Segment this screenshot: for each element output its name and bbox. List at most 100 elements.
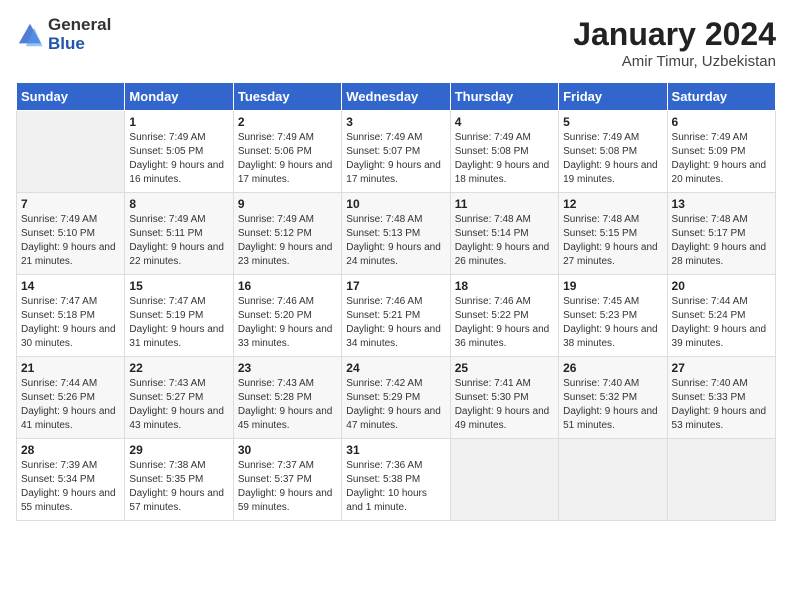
col-header-friday: Friday xyxy=(559,83,667,111)
day-number: 9 xyxy=(238,197,337,211)
day-info: Sunrise: 7:40 AMSunset: 5:33 PMDaylight:… xyxy=(672,378,767,431)
day-info: Sunrise: 7:49 AMSunset: 5:06 PMDaylight:… xyxy=(238,132,333,185)
day-cell: 18 Sunrise: 7:46 AMSunset: 5:22 PMDaylig… xyxy=(450,275,558,357)
header: General Blue January 2024 Amir Timur, Uz… xyxy=(16,16,776,70)
day-info: Sunrise: 7:41 AMSunset: 5:30 PMDaylight:… xyxy=(455,378,550,431)
week-row-4: 21 Sunrise: 7:44 AMSunset: 5:26 PMDaylig… xyxy=(17,357,776,439)
day-number: 23 xyxy=(238,361,337,375)
day-cell: 3 Sunrise: 7:49 AMSunset: 5:07 PMDayligh… xyxy=(342,111,450,193)
day-cell: 21 Sunrise: 7:44 AMSunset: 5:26 PMDaylig… xyxy=(17,357,125,439)
day-number: 25 xyxy=(455,361,554,375)
day-info: Sunrise: 7:49 AMSunset: 5:07 PMDaylight:… xyxy=(346,132,441,185)
day-cell: 20 Sunrise: 7:44 AMSunset: 5:24 PMDaylig… xyxy=(667,275,775,357)
day-number: 20 xyxy=(672,279,771,293)
day-cell: 19 Sunrise: 7:45 AMSunset: 5:23 PMDaylig… xyxy=(559,275,667,357)
logo-icon xyxy=(16,21,44,49)
day-cell: 6 Sunrise: 7:49 AMSunset: 5:09 PMDayligh… xyxy=(667,111,775,193)
col-header-tuesday: Tuesday xyxy=(233,83,341,111)
day-number: 13 xyxy=(672,197,771,211)
day-info: Sunrise: 7:43 AMSunset: 5:27 PMDaylight:… xyxy=(129,378,224,431)
day-cell: 11 Sunrise: 7:48 AMSunset: 5:14 PMDaylig… xyxy=(450,193,558,275)
day-info: Sunrise: 7:45 AMSunset: 5:23 PMDaylight:… xyxy=(563,296,658,349)
day-info: Sunrise: 7:49 AMSunset: 5:11 PMDaylight:… xyxy=(129,214,224,267)
day-number: 21 xyxy=(21,361,120,375)
day-number: 1 xyxy=(129,115,228,129)
day-info: Sunrise: 7:46 AMSunset: 5:20 PMDaylight:… xyxy=(238,296,333,349)
day-cell: 15 Sunrise: 7:47 AMSunset: 5:19 PMDaylig… xyxy=(125,275,233,357)
day-info: Sunrise: 7:47 AMSunset: 5:18 PMDaylight:… xyxy=(21,296,116,349)
day-number: 12 xyxy=(563,197,662,211)
day-cell: 31 Sunrise: 7:36 AMSunset: 5:38 PMDaylig… xyxy=(342,439,450,521)
week-row-3: 14 Sunrise: 7:47 AMSunset: 5:18 PMDaylig… xyxy=(17,275,776,357)
calendar-table: SundayMondayTuesdayWednesdayThursdayFrid… xyxy=(16,82,776,521)
day-number: 26 xyxy=(563,361,662,375)
day-info: Sunrise: 7:48 AMSunset: 5:15 PMDaylight:… xyxy=(563,214,658,267)
day-cell: 10 Sunrise: 7:48 AMSunset: 5:13 PMDaylig… xyxy=(342,193,450,275)
day-info: Sunrise: 7:43 AMSunset: 5:28 PMDaylight:… xyxy=(238,378,333,431)
col-header-sunday: Sunday xyxy=(17,83,125,111)
day-info: Sunrise: 7:48 AMSunset: 5:13 PMDaylight:… xyxy=(346,214,441,267)
day-cell: 26 Sunrise: 7:40 AMSunset: 5:32 PMDaylig… xyxy=(559,357,667,439)
day-info: Sunrise: 7:44 AMSunset: 5:24 PMDaylight:… xyxy=(672,296,767,349)
day-info: Sunrise: 7:39 AMSunset: 5:34 PMDaylight:… xyxy=(21,460,116,513)
day-number: 18 xyxy=(455,279,554,293)
week-row-1: 1 Sunrise: 7:49 AMSunset: 5:05 PMDayligh… xyxy=(17,111,776,193)
day-cell: 12 Sunrise: 7:48 AMSunset: 5:15 PMDaylig… xyxy=(559,193,667,275)
day-number: 10 xyxy=(346,197,445,211)
day-info: Sunrise: 7:49 AMSunset: 5:10 PMDaylight:… xyxy=(21,214,116,267)
day-info: Sunrise: 7:49 AMSunset: 5:05 PMDaylight:… xyxy=(129,132,224,185)
title-area: January 2024 Amir Timur, Uzbekistan xyxy=(573,16,776,70)
day-cell xyxy=(667,439,775,521)
day-cell: 8 Sunrise: 7:49 AMSunset: 5:11 PMDayligh… xyxy=(125,193,233,275)
day-number: 19 xyxy=(563,279,662,293)
day-info: Sunrise: 7:44 AMSunset: 5:26 PMDaylight:… xyxy=(21,378,116,431)
day-cell xyxy=(17,111,125,193)
day-cell: 2 Sunrise: 7:49 AMSunset: 5:06 PMDayligh… xyxy=(233,111,341,193)
day-info: Sunrise: 7:38 AMSunset: 5:35 PMDaylight:… xyxy=(129,460,224,513)
day-cell xyxy=(450,439,558,521)
day-number: 30 xyxy=(238,443,337,457)
day-cell: 24 Sunrise: 7:42 AMSunset: 5:29 PMDaylig… xyxy=(342,357,450,439)
day-info: Sunrise: 7:49 AMSunset: 5:09 PMDaylight:… xyxy=(672,132,767,185)
day-info: Sunrise: 7:49 AMSunset: 5:12 PMDaylight:… xyxy=(238,214,333,267)
day-number: 4 xyxy=(455,115,554,129)
day-info: Sunrise: 7:37 AMSunset: 5:37 PMDaylight:… xyxy=(238,460,333,513)
day-number: 2 xyxy=(238,115,337,129)
day-cell: 14 Sunrise: 7:47 AMSunset: 5:18 PMDaylig… xyxy=(17,275,125,357)
day-cell: 29 Sunrise: 7:38 AMSunset: 5:35 PMDaylig… xyxy=(125,439,233,521)
day-number: 15 xyxy=(129,279,228,293)
day-number: 5 xyxy=(563,115,662,129)
day-number: 17 xyxy=(346,279,445,293)
day-number: 11 xyxy=(455,197,554,211)
day-number: 16 xyxy=(238,279,337,293)
col-header-wednesday: Wednesday xyxy=(342,83,450,111)
day-number: 6 xyxy=(672,115,771,129)
day-info: Sunrise: 7:46 AMSunset: 5:21 PMDaylight:… xyxy=(346,296,441,349)
logo-blue: Blue xyxy=(48,35,111,54)
day-info: Sunrise: 7:48 AMSunset: 5:17 PMDaylight:… xyxy=(672,214,767,267)
day-cell: 30 Sunrise: 7:37 AMSunset: 5:37 PMDaylig… xyxy=(233,439,341,521)
day-info: Sunrise: 7:40 AMSunset: 5:32 PMDaylight:… xyxy=(563,378,658,431)
day-info: Sunrise: 7:49 AMSunset: 5:08 PMDaylight:… xyxy=(563,132,658,185)
week-row-2: 7 Sunrise: 7:49 AMSunset: 5:10 PMDayligh… xyxy=(17,193,776,275)
day-info: Sunrise: 7:49 AMSunset: 5:08 PMDaylight:… xyxy=(455,132,550,185)
subtitle: Amir Timur, Uzbekistan xyxy=(573,53,776,70)
day-number: 22 xyxy=(129,361,228,375)
main-container: General Blue January 2024 Amir Timur, Uz… xyxy=(0,0,792,529)
day-info: Sunrise: 7:47 AMSunset: 5:19 PMDaylight:… xyxy=(129,296,224,349)
col-header-saturday: Saturday xyxy=(667,83,775,111)
day-cell: 25 Sunrise: 7:41 AMSunset: 5:30 PMDaylig… xyxy=(450,357,558,439)
day-cell: 23 Sunrise: 7:43 AMSunset: 5:28 PMDaylig… xyxy=(233,357,341,439)
header-row: SundayMondayTuesdayWednesdayThursdayFrid… xyxy=(17,83,776,111)
day-number: 27 xyxy=(672,361,771,375)
day-cell: 17 Sunrise: 7:46 AMSunset: 5:21 PMDaylig… xyxy=(342,275,450,357)
day-cell: 27 Sunrise: 7:40 AMSunset: 5:33 PMDaylig… xyxy=(667,357,775,439)
day-info: Sunrise: 7:42 AMSunset: 5:29 PMDaylight:… xyxy=(346,378,441,431)
day-cell: 7 Sunrise: 7:49 AMSunset: 5:10 PMDayligh… xyxy=(17,193,125,275)
col-header-monday: Monday xyxy=(125,83,233,111)
logo-text: General Blue xyxy=(48,16,111,53)
day-cell: 16 Sunrise: 7:46 AMSunset: 5:20 PMDaylig… xyxy=(233,275,341,357)
day-number: 8 xyxy=(129,197,228,211)
day-number: 14 xyxy=(21,279,120,293)
day-info: Sunrise: 7:48 AMSunset: 5:14 PMDaylight:… xyxy=(455,214,550,267)
